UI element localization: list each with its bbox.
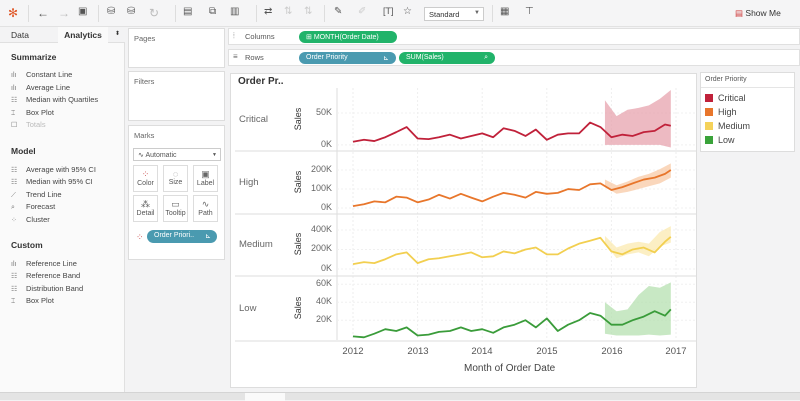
legend-label: High <box>718 107 737 117</box>
legend-item-low[interactable]: Low <box>705 135 735 145</box>
legend-label: Low <box>718 135 735 145</box>
legend-label: Critical <box>718 93 746 103</box>
line-chart <box>235 88 697 342</box>
swatch <box>705 122 713 130</box>
legend-label: Medium <box>718 121 751 131</box>
sheet-tabs-bar <box>0 392 800 401</box>
x-tick: 2017 <box>665 346 687 357</box>
legend-item-high[interactable]: High <box>705 107 737 117</box>
swatch <box>705 108 713 116</box>
legend-item-medium[interactable]: Medium <box>705 121 750 131</box>
forecast-band-critical <box>604 90 671 148</box>
legend-title: Order Priority <box>705 76 747 83</box>
color-legend: Order Priority Critical High Medium Low <box>700 72 795 152</box>
forecast-band-medium <box>604 226 671 259</box>
forecast-band-low <box>604 282 671 336</box>
swatch <box>705 136 713 144</box>
x-tick: 2014 <box>471 346 493 357</box>
legend-item-critical[interactable]: Critical <box>705 93 746 103</box>
x-tick: 2015 <box>536 346 558 357</box>
swatch <box>705 94 713 102</box>
x-tick: 2012 <box>342 346 364 357</box>
x-tick: 2016 <box>601 346 623 357</box>
x-axis-title[interactable]: Month of Order Date <box>464 363 555 374</box>
x-tick: 2013 <box>407 346 429 357</box>
